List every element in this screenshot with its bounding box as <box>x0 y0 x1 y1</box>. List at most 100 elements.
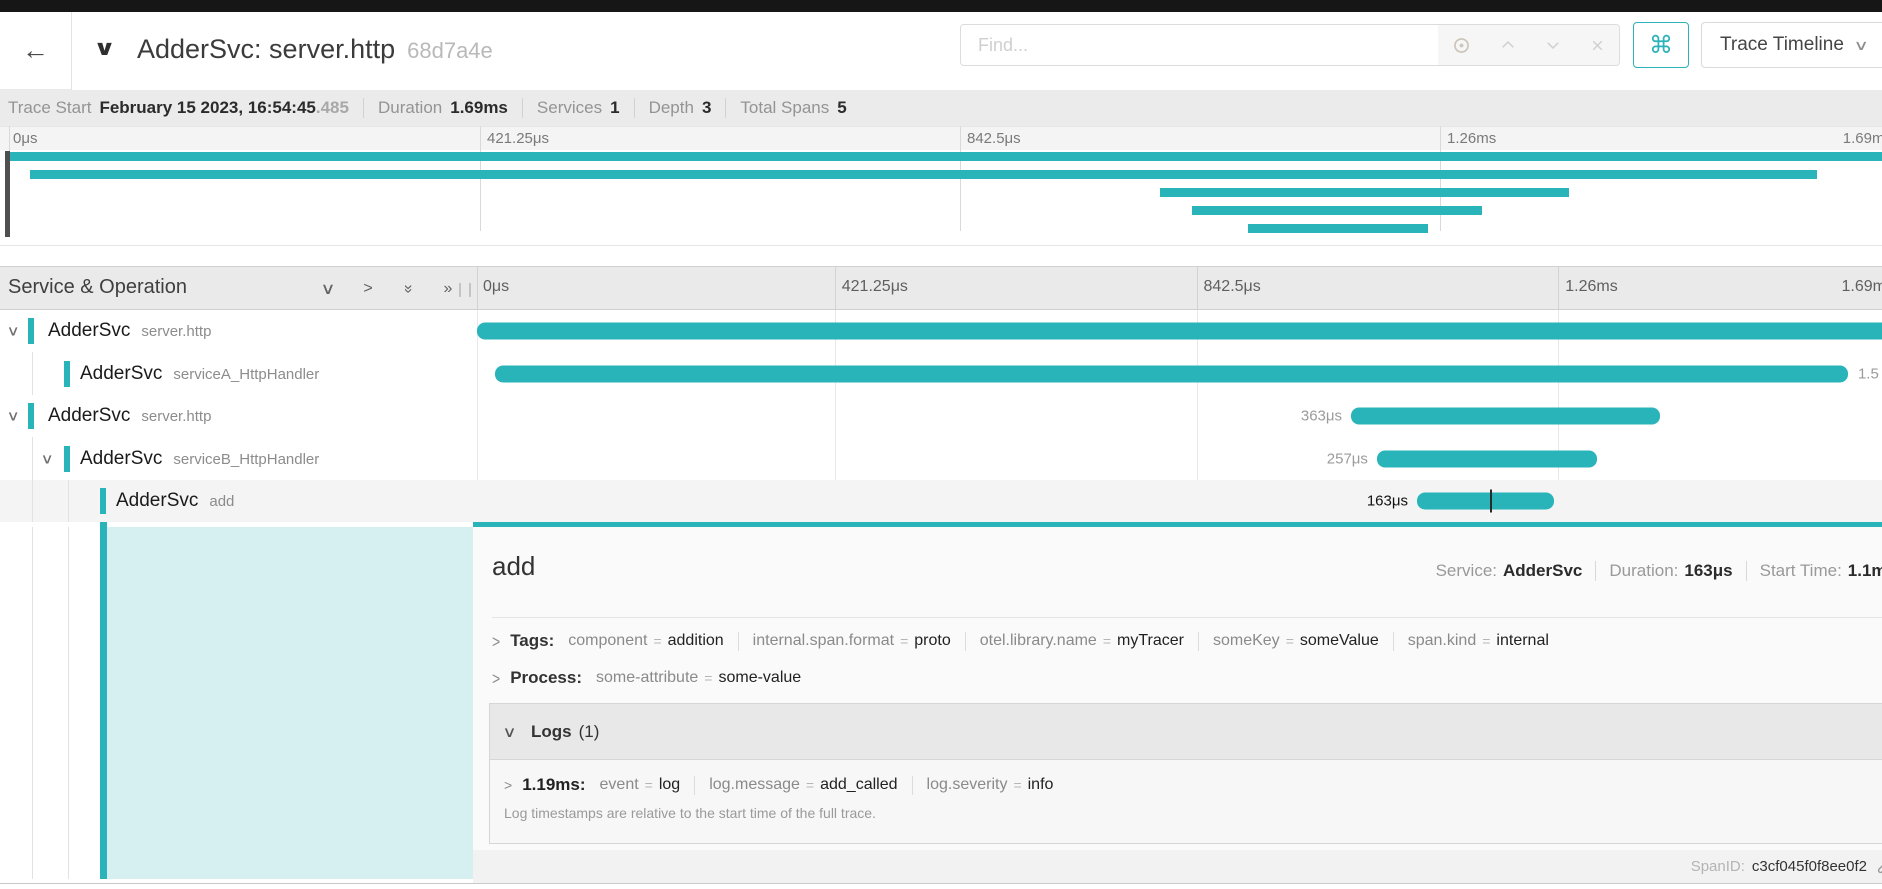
span-bar[interactable] <box>477 323 1882 340</box>
log-timestamp: 1.19ms: <box>522 775 585 795</box>
span-track: 1.5 <box>473 352 1882 395</box>
service-name: AdderSvc <box>48 320 130 341</box>
ruler-tick-line <box>1558 267 1559 311</box>
tags-row: > Tags: component=addition internal.span… <box>492 631 1882 651</box>
clear-search-icon[interactable] <box>1589 37 1606 54</box>
chevron-down-icon: ∨ <box>1853 37 1868 54</box>
span-tree-cell[interactable]: AdderSvcserviceA_HttpHandler <box>0 352 473 395</box>
collapse-chevron-icon[interactable]: ∨ <box>6 408 19 425</box>
logs-note: Log timestamps are relative to the start… <box>490 795 1882 821</box>
span-tree-cell[interactable]: ∨ AdderSvcserver.http <box>0 395 473 437</box>
minimap-label-strip <box>0 126 1882 150</box>
selected-span-color-bar <box>100 522 107 879</box>
span-tree-cell[interactable]: AdderSvcadd <box>0 480 473 522</box>
expand-all-icon[interactable]: » <box>440 280 456 298</box>
tag-item: otel.library.name=myTracer <box>965 632 1184 651</box>
tag-item: someKey=someValue <box>1198 632 1379 651</box>
log-field: log.message=add_called <box>694 776 897 795</box>
tree-guide-line <box>32 527 33 879</box>
span-name: AdderSvc server.http <box>48 320 211 342</box>
collapse-trace-chevron-icon[interactable]: ∨ <box>93 36 116 61</box>
span-bar[interactable] <box>495 365 1848 382</box>
trace-summary-bar: Trace Start February 15 2023, 16:54:45 .… <box>0 90 1882 126</box>
span-log-marker[interactable] <box>1490 490 1492 513</box>
find-controls <box>1438 25 1619 65</box>
minimap-tick-label: 842.5μs <box>967 130 1021 147</box>
expand-process-icon[interactable]: > <box>492 668 500 688</box>
ruler-tick-line <box>835 267 836 311</box>
span-row: ∨ AdderSvcserver.http 363μs <box>0 395 1882 437</box>
span-track: 363μs <box>473 395 1882 437</box>
command-icon: ⌘ <box>1649 31 1673 60</box>
next-match-icon[interactable] <box>1544 36 1562 54</box>
back-arrow-icon: ← <box>22 35 49 66</box>
detail-operation-title: add <box>492 551 535 582</box>
copy-link-icon[interactable] <box>1875 857 1882 876</box>
view-select[interactable]: Trace Timeline ∨ <box>1701 22 1882 68</box>
minimap-span-bar <box>30 170 1818 179</box>
trace-minimap[interactable]: 0μs 421.25μs 842.5μs 1.26ms 1.69ms <box>0 126 1882 246</box>
tag-item: span.kind=internal <box>1393 632 1549 651</box>
column-resizer[interactable] <box>459 283 471 297</box>
collapse-all-icon[interactable]: » <box>399 281 417 297</box>
span-id-value: c3cf045f0f8ee0f2 <box>1752 858 1867 875</box>
tree-controls: ∨ > » » <box>320 267 456 311</box>
locate-icon[interactable] <box>1451 35 1472 56</box>
expand-log-icon[interactable]: > <box>504 777 512 793</box>
detail-meta: Service:AdderSvc Duration:163μs Start Ti… <box>1436 561 1882 581</box>
span-tree-cell[interactable]: ∨ AdderSvcserviceB_HttpHandler <box>0 437 473 480</box>
service-name: AdderSvc <box>48 405 130 426</box>
span-bar[interactable] <box>1377 450 1597 467</box>
span-track: 163μs <box>473 480 1882 522</box>
minimap-tick-label: 1.26ms <box>1447 130 1496 147</box>
logs-header[interactable]: ∨ Logs (1) <box>490 704 1882 760</box>
tags-label[interactable]: Tags: <box>510 631 554 651</box>
prev-match-icon[interactable] <box>1499 36 1517 54</box>
back-button[interactable]: ← <box>0 12 72 90</box>
selected-span-highlight <box>107 527 473 879</box>
log-entry[interactable]: > 1.19ms: event=log log.message=add_call… <box>490 760 1882 795</box>
process-label[interactable]: Process: <box>510 668 582 688</box>
tag-item: component=addition <box>568 632 723 650</box>
summary-total-spans: Total Spans 5 <box>725 98 846 118</box>
span-bar[interactable] <box>1351 408 1660 425</box>
span-row: AdderSvcserviceA_HttpHandler 1.5 <box>0 352 1882 395</box>
span-row: ∨ AdderSvc server.http <box>0 310 1882 352</box>
collapse-one-icon[interactable]: ∨ <box>318 279 339 299</box>
collapse-chevron-icon[interactable]: ∨ <box>40 450 53 467</box>
span-duration-label: 363μs <box>1301 408 1342 425</box>
find-input[interactable] <box>961 25 1439 65</box>
collapse-chevron-icon[interactable]: ∨ <box>6 323 19 340</box>
service-name: AdderSvc <box>80 363 162 384</box>
timeline-ruler: 0μs 421.25μs 842.5μs 1.26ms 1.69ms <box>473 267 1882 311</box>
ruler-tick-line <box>477 267 478 311</box>
span-tree-cell[interactable]: ∨ AdderSvc server.http <box>0 310 473 352</box>
summary-trace-start: Trace Start February 15 2023, 16:54:45 .… <box>8 98 349 118</box>
span-detail-panel: add Service:AdderSvc Duration:163μs Star… <box>473 527 1882 879</box>
span-name: AdderSvcserviceA_HttpHandler <box>80 363 319 385</box>
span-track: 257μs <box>473 437 1882 480</box>
ruler-tick-label: 0μs <box>483 278 509 296</box>
tree-guide-line <box>68 480 69 522</box>
minimap-span-bar <box>9 152 1882 161</box>
minimap-drag-handle[interactable] <box>5 151 10 237</box>
find-box <box>960 24 1620 66</box>
operation-name: server.http <box>141 323 211 340</box>
ruler-tick-line <box>1197 267 1198 311</box>
expand-one-icon[interactable]: > <box>360 280 376 298</box>
tree-guide-line <box>32 480 33 522</box>
expand-tags-icon[interactable]: > <box>492 631 500 651</box>
span-color-bar <box>64 361 70 387</box>
span-bar[interactable] <box>1417 493 1554 510</box>
jaeger-trace-timeline-page: ← ∨ AdderSvc: server.http68d7a4e ⌘ Trace… <box>0 0 1882 889</box>
tree-guide-line <box>32 352 33 395</box>
view-select-label: Trace Timeline <box>1720 34 1844 56</box>
ruler-tick-label: 421.25μs <box>842 278 908 296</box>
span-id-row: SpanID: c3cf045f0f8ee0f2 <box>473 850 1882 883</box>
trace-header: ← ∨ AdderSvc: server.http68d7a4e ⌘ Trace… <box>0 12 1882 90</box>
service-name: AdderSvc <box>80 448 162 469</box>
detail-duration: Duration:163μs <box>1595 561 1732 581</box>
keyboard-shortcuts-button[interactable]: ⌘ <box>1633 22 1689 68</box>
minimap-span-bar <box>1192 206 1482 215</box>
trace-id: 68d7a4e <box>407 38 493 63</box>
